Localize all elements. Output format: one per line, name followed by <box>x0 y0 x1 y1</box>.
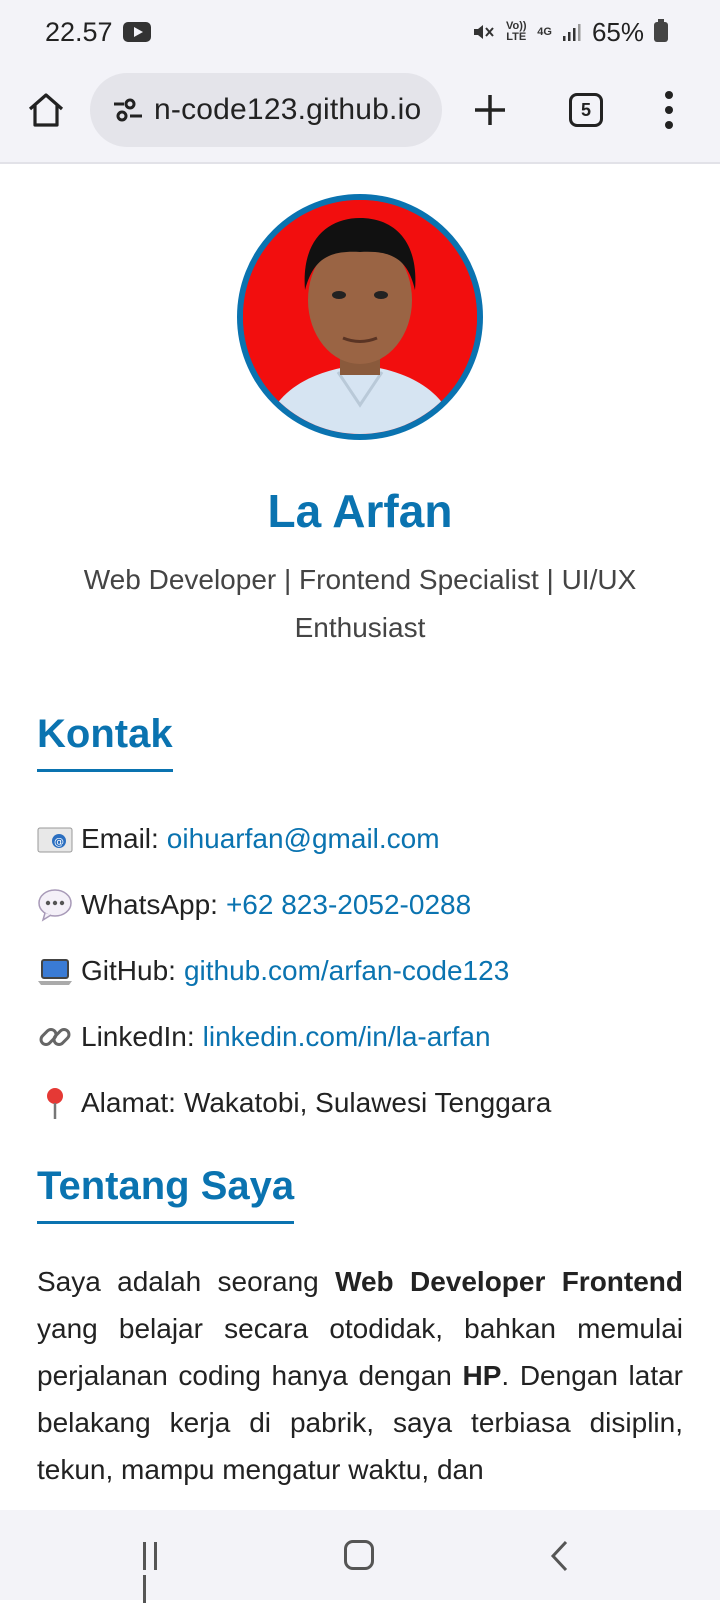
browser-toolbar: n-code123.github.io 5 <box>0 64 720 164</box>
contact-item-address: Alamat: Wakatobi, Sulawesi Tenggara <box>37 1070 687 1136</box>
contact-item-github: GitHub: github.com/arfan-code123 <box>37 938 687 1004</box>
system-navigation-bar <box>0 1510 720 1603</box>
volte-icon: Vo)) LTE <box>505 20 527 43</box>
youtube-notification-icon <box>122 22 151 42</box>
contact-item-linkedin: LinkedIn: linkedin.com/in/la-arfan <box>37 1004 687 1070</box>
signal-icon <box>562 24 581 41</box>
laptop-icon <box>37 953 73 989</box>
status-time: 22.57 <box>45 16 113 47</box>
whatsapp-link[interactable]: +62 823-2052-0288 <box>226 889 471 921</box>
email-icon: @ <box>37 821 73 857</box>
contact-label: LinkedIn: <box>81 1021 195 1052</box>
contact-heading: Kontak <box>37 712 173 772</box>
profile-name: La Arfan <box>267 485 453 537</box>
contact-item-whatsapp: WhatsApp: +62 823-2052-0288 <box>37 872 687 938</box>
profile-tagline: Web Developer | Frontend Specialist | UI… <box>83 564 637 643</box>
page-content: La Arfan Web Developer | Frontend Specia… <box>0 166 720 1510</box>
contact-item-email: @ Email: oihuarfan@gmail.com <box>37 806 687 872</box>
mute-icon <box>474 25 495 39</box>
about-paragraph: Saya adalah seorang Web Developer Fronte… <box>37 1266 684 1485</box>
address-bar[interactable]: n-code123.github.io <box>90 73 442 147</box>
home-button-icon[interactable] <box>344 1540 374 1570</box>
about-heading: Tentang Saya <box>37 1164 295 1224</box>
contact-label: WhatsApp: <box>81 889 218 920</box>
email-link[interactable]: oihuarfan@gmail.com <box>167 823 440 855</box>
recent-apps-icon[interactable] <box>143 1542 173 1603</box>
new-tab-icon[interactable] <box>470 90 510 130</box>
site-settings-icon[interactable] <box>110 92 146 128</box>
speech-bubble-icon <box>37 887 73 923</box>
contact-label: GitHub: <box>81 955 176 986</box>
home-icon[interactable] <box>26 90 66 130</box>
about-highlight-device: HP <box>462 1360 502 1391</box>
network-type-icon: 4G <box>537 25 552 38</box>
pin-icon <box>37 1085 73 1121</box>
profile-photo <box>237 194 483 440</box>
url-text[interactable]: n-code123.github.io <box>154 93 421 127</box>
address-value: Wakatobi, Sulawesi Tenggara <box>183 1087 552 1118</box>
github-link[interactable]: github.com/arfan-code123 <box>184 955 509 987</box>
contact-list: @ Email: oihuarfan@gmail.com WhatsApp: +… <box>37 806 687 1136</box>
contact-label: Alamat: <box>81 1087 176 1118</box>
status-bar: 22.57 Vo)) LTE 4G 65% <box>0 0 720 64</box>
link-icon <box>37 1019 73 1055</box>
more-menu-icon[interactable] <box>664 91 674 131</box>
battery-icon <box>654 19 668 42</box>
back-icon[interactable] <box>550 1540 570 1572</box>
tab-switcher-button[interactable]: 5 <box>569 93 603 127</box>
about-highlight-role: Web Developer Frontend <box>335 1266 684 1297</box>
svg-text:@: @ <box>54 837 64 848</box>
linkedin-link[interactable]: linkedin.com/in/la-arfan <box>203 1021 491 1053</box>
contact-label: Email: <box>81 823 159 854</box>
battery-percent: 65% <box>591 16 644 47</box>
